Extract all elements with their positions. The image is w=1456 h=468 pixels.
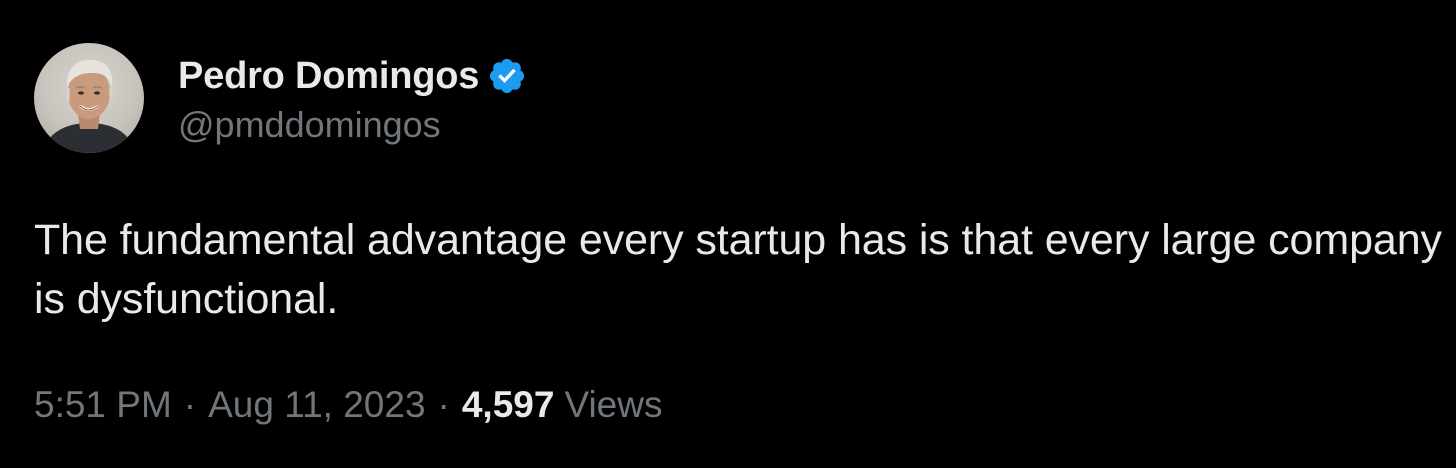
- views-label: Views: [564, 384, 663, 425]
- author-display-name[interactable]: Pedro Domingos: [178, 55, 479, 98]
- meta-separator: ·: [183, 384, 197, 425]
- tweet-header: Pedro Domingos @pmddomingos: [34, 43, 527, 153]
- name-row: Pedro Domingos: [178, 50, 527, 102]
- tweet-time[interactable]: 5:51 PM: [34, 384, 172, 426]
- tweet-text: The fundamental advantage every startup …: [34, 216, 1442, 323]
- author-handle[interactable]: @pmddomingos: [178, 104, 527, 146]
- verified-badge-icon: [487, 56, 527, 96]
- tweet-card: Pedro Domingos @pmddomingos The fundamen…: [0, 0, 1456, 468]
- meta-separator: ·: [437, 384, 450, 425]
- avatar-portrait-icon: [42, 59, 136, 153]
- author-names: Pedro Domingos @pmddomingos: [178, 43, 527, 153]
- views-count: 4,597: [461, 384, 555, 425]
- avatar[interactable]: [34, 43, 144, 153]
- tweet-meta: 5:51 PM · Aug 11, 2023 · 4,597 Views: [34, 384, 662, 426]
- tweet-date[interactable]: Aug 11, 2023: [208, 384, 425, 426]
